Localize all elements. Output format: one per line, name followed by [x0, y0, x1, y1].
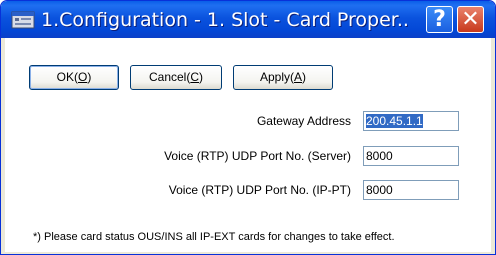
close-icon: ✕: [461, 7, 480, 32]
help-icon: ?: [433, 7, 446, 32]
rtp-port-server-label: Voice (RTP) UDP Port No. (Server): [164, 149, 351, 163]
gateway-address-label: Gateway Address: [256, 114, 351, 128]
close-button[interactable]: ✕: [457, 6, 484, 33]
gateway-address-input[interactable]: 200.45.1.1: [363, 111, 459, 131]
rtp-port-ippt-input[interactable]: 8000: [363, 180, 459, 200]
window-title: 1.Configuration - 1. Slot - Card Proper.…: [41, 9, 411, 31]
rtp-port-ippt-label: Voice (RTP) UDP Port No. (IP-PT): [168, 183, 351, 197]
cancel-button-accesskey: C: [190, 70, 200, 84]
app-window-icon: [11, 11, 35, 29]
dialog-content: OK(O) Cancel(C) Apply(A) Gateway Address…: [5, 38, 491, 252]
ok-button-label-end: ): [87, 70, 92, 84]
cancel-button[interactable]: Cancel(C): [130, 65, 222, 90]
ok-button[interactable]: OK(O): [29, 65, 119, 90]
title-bar[interactable]: 1.Configuration - 1. Slot - Card Proper.…: [1, 1, 495, 38]
rtp-port-ippt-value: 8000: [366, 183, 393, 197]
cancel-button-label: Cancel(: [148, 70, 191, 84]
apply-button[interactable]: Apply(A): [233, 65, 333, 90]
help-button[interactable]: ?: [426, 6, 453, 33]
gateway-address-value: 200.45.1.1: [366, 114, 423, 128]
footnote-text: *) Please card status OUS/INS all IP-EXT…: [33, 231, 395, 243]
ok-button-accesskey: O: [78, 70, 88, 84]
cancel-button-label-end: ): [199, 70, 204, 84]
ok-button-label: OK(: [56, 70, 78, 84]
apply-button-label-end: ): [302, 70, 307, 84]
apply-button-accesskey: A: [294, 70, 303, 84]
apply-button-label: Apply(: [259, 70, 294, 84]
rtp-port-server-value: 8000: [366, 149, 393, 163]
dialog-window: 1.Configuration - 1. Slot - Card Proper.…: [0, 0, 496, 255]
rtp-port-server-input[interactable]: 8000: [363, 146, 459, 166]
